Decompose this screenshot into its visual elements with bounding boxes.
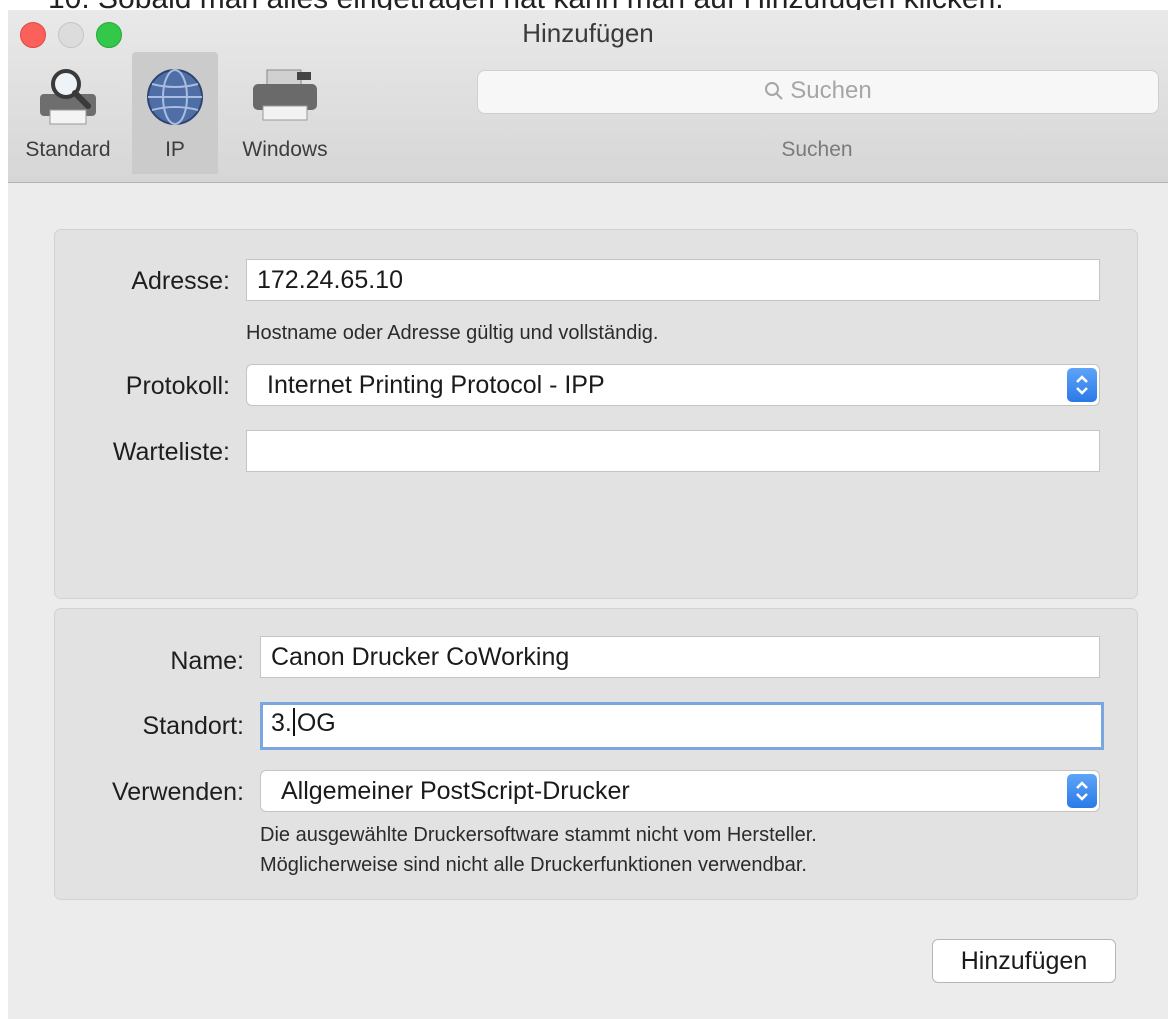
protocol-label: Protokoll: bbox=[125, 372, 230, 400]
chevron-updown-icon bbox=[1067, 368, 1097, 402]
location-label: Standort: bbox=[142, 712, 244, 740]
search-label: Suchen bbox=[781, 138, 853, 161]
add-button[interactable]: Hinzufügen bbox=[932, 939, 1116, 983]
toolbar-item-standard[interactable]: Standard bbox=[8, 52, 128, 174]
printer-icon bbox=[249, 66, 321, 131]
title-toolbar: Hinzufügen Standard IP Windows Suchen Su… bbox=[8, 10, 1168, 183]
queue-field[interactable] bbox=[246, 430, 1100, 472]
toolbar-item-ip[interactable]: IP bbox=[132, 52, 218, 174]
add-printer-window: Hinzufügen Standard IP Windows Suchen Su… bbox=[8, 10, 1168, 1019]
toolbar-label-standard: Standard bbox=[25, 138, 111, 161]
address-label: Adresse: bbox=[131, 267, 230, 295]
printer-magnifier-icon bbox=[36, 66, 100, 133]
location-field[interactable]: 3. OG bbox=[260, 702, 1104, 750]
protocol-value: Internet Printing Protocol - IPP bbox=[267, 371, 605, 399]
driver-value: Allgemeiner PostScript-Drucker bbox=[281, 777, 630, 805]
text-caret bbox=[292, 708, 295, 736]
toolbar-item-windows[interactable]: Windows bbox=[222, 52, 348, 174]
search-placeholder: Suchen bbox=[790, 77, 872, 104]
driver-hint-line1: Die ausgewählte Druckersoftware stammt n… bbox=[260, 824, 817, 846]
location-value-start: 3. bbox=[271, 709, 292, 737]
toolbar-label-ip: IP bbox=[165, 138, 185, 161]
use-label: Verwenden: bbox=[111, 778, 244, 806]
search-field[interactable]: Suchen bbox=[477, 70, 1159, 114]
search-icon bbox=[764, 77, 790, 104]
toolbar-label-windows: Windows bbox=[242, 138, 328, 161]
driver-hint-line2: Möglicherweise sind nicht alle Druckerfu… bbox=[260, 854, 807, 876]
driver-select[interactable]: Allgemeiner PostScript-Drucker bbox=[260, 770, 1100, 812]
address-hint: Hostname oder Adresse gültig und vollstä… bbox=[246, 322, 659, 344]
chevron-updown-icon bbox=[1067, 774, 1097, 808]
globe-icon bbox=[144, 66, 206, 133]
queue-label: Warteliste: bbox=[112, 438, 230, 466]
name-field[interactable]: Canon Drucker CoWorking bbox=[260, 636, 1100, 678]
protocol-select[interactable]: Internet Printing Protocol - IPP bbox=[246, 364, 1100, 406]
location-value-end: OG bbox=[296, 709, 336, 737]
window-title: Hinzufügen bbox=[522, 18, 654, 48]
address-field[interactable]: 172.24.65.10 bbox=[246, 259, 1100, 301]
name-label: Name: bbox=[170, 647, 244, 675]
